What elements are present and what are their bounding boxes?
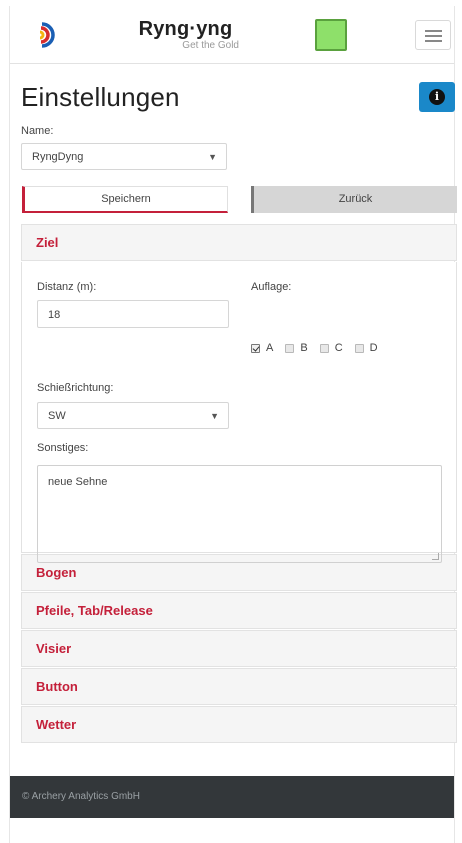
direction-select-value: SW — [48, 410, 66, 422]
target-face-c[interactable]: C — [319, 342, 343, 354]
footer: © Archery Analytics GmbH — [10, 776, 454, 818]
target-face-b[interactable]: B — [285, 342, 308, 354]
info-icon: i — [429, 89, 445, 105]
status-indicator[interactable] — [315, 19, 347, 51]
caret-down-icon: ▼ — [208, 152, 217, 162]
section-wetter-header[interactable]: Wetter — [21, 706, 457, 743]
checkbox-checked-icon[interactable] — [251, 343, 260, 353]
menu-button[interactable] — [415, 20, 451, 50]
distance-input[interactable]: 18 — [37, 300, 229, 328]
resize-grip-icon[interactable] — [432, 553, 439, 560]
info-button[interactable]: i — [419, 82, 455, 112]
notes-value: neue Sehne — [48, 476, 108, 488]
direction-label: Schießrichtung: — [37, 382, 114, 394]
name-select-value: RyngDyng — [32, 151, 84, 163]
brand-logo[interactable]: Ryng·yng Get the Gold — [128, 18, 243, 52]
target-face-label: Auflage: — [251, 281, 292, 293]
target-face-d[interactable]: D — [354, 342, 378, 354]
checkbox-icon[interactable] — [319, 343, 329, 353]
settings-accordion: Ziel Distanz (m): 18 Auflage: A B C D Sc… — [21, 224, 457, 744]
section-button-header[interactable]: Button — [21, 668, 457, 705]
section-ziel-header[interactable]: Ziel — [21, 224, 457, 261]
target-face-options: A B C D — [251, 342, 390, 354]
checkbox-icon[interactable] — [354, 343, 364, 353]
caret-down-icon: ▼ — [210, 411, 219, 421]
brand-tagline: Get the Gold — [182, 40, 239, 51]
section-visier-header[interactable]: Visier — [21, 630, 457, 667]
name-label: Name: — [21, 125, 54, 137]
distance-label: Distanz (m): — [37, 281, 97, 293]
back-button[interactable]: Zurück — [251, 186, 457, 213]
notes-textarea[interactable]: neue Sehne — [37, 465, 442, 563]
save-button[interactable]: Speichern — [22, 186, 228, 213]
notes-label: Sonstiges: — [37, 442, 89, 454]
name-select[interactable]: RyngDyng ▼ — [21, 143, 227, 170]
direction-select[interactable]: SW ▼ — [37, 402, 229, 429]
page-title: Einstellungen — [21, 82, 180, 112]
hamburger-icon — [425, 30, 442, 32]
section-pfeile-header[interactable]: Pfeile, Tab/Release — [21, 592, 457, 629]
section-ziel-body: Distanz (m): 18 Auflage: A B C D Schießr… — [21, 262, 457, 563]
logo-icon — [39, 22, 55, 48]
target-face-a[interactable]: A — [251, 342, 273, 354]
checkbox-icon[interactable] — [285, 343, 295, 353]
navbar: Ryng·yng Get the Gold — [10, 6, 454, 64]
brand-name: Ryng·yng — [138, 18, 233, 40]
